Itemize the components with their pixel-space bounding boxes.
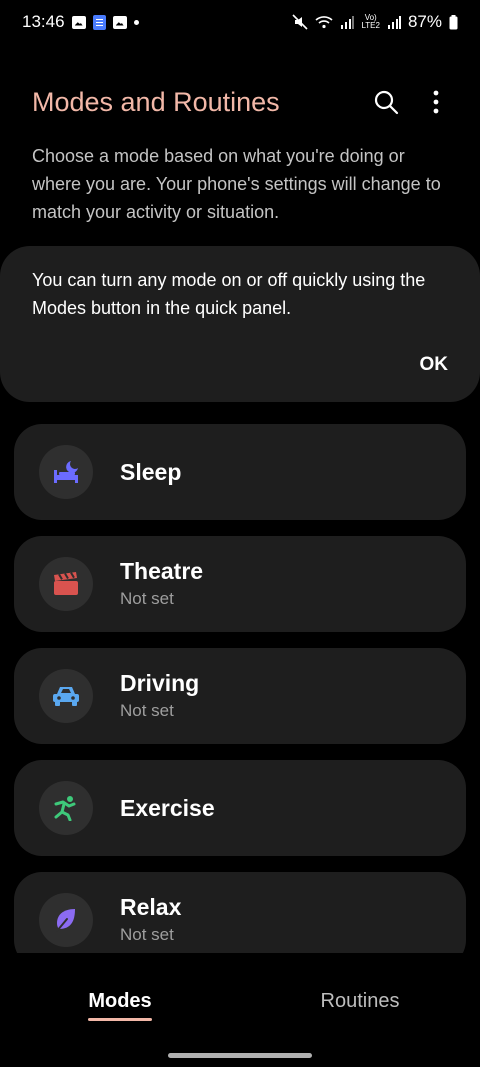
page-title: Modes and Routines (32, 86, 280, 117)
search-icon[interactable] (370, 86, 402, 118)
more-notifications-dot-icon (133, 19, 139, 25)
mode-subtitle: Not set (120, 925, 174, 944)
status-time: 13:46 (22, 12, 65, 31)
modes-list: Sleep Theatre Not set Driving Not set Ex… (14, 424, 466, 953)
signal-icon (340, 15, 355, 29)
mode-name: Relax (120, 894, 182, 920)
mode-subtitle: Not set (120, 589, 174, 608)
clapperboard-icon (39, 557, 93, 611)
bottom-nav: Modes Routines (0, 972, 480, 1032)
gallery-notification-icon (71, 15, 86, 29)
document-notification-icon (92, 14, 106, 30)
mode-card-theatre[interactable]: Theatre Not set (14, 536, 466, 632)
mode-card-exercise[interactable]: Exercise (14, 760, 466, 856)
tab-modes[interactable]: Modes (0, 990, 240, 1013)
mode-name: Theatre (120, 558, 204, 584)
mode-text: Sleep (120, 458, 181, 486)
battery-icon (449, 14, 458, 30)
status-bar: 13:46 Vo) LTE2 87% (0, 0, 480, 44)
header: Modes and Routines (32, 80, 452, 124)
signal-icon-2 (387, 15, 401, 29)
tip-text: You can turn any mode on or off quickly … (32, 270, 426, 318)
mode-text: Theatre Not set (120, 557, 203, 611)
mode-subtitle: Not set (120, 701, 174, 720)
mode-text: Relax Not set (120, 893, 181, 947)
leaf-icon (39, 893, 93, 947)
more-vertical-icon[interactable] (420, 86, 452, 118)
gallery-notification-icon-2 (112, 15, 127, 29)
mode-card-sleep[interactable]: Sleep (14, 424, 466, 520)
mode-name: Driving (120, 670, 200, 696)
quick-panel-tip-card: You can turn any mode on or off quickly … (0, 246, 480, 402)
status-left: 13:46 (22, 12, 139, 32)
header-actions (370, 86, 452, 118)
battery-percent: 87% (407, 12, 442, 31)
mode-card-driving[interactable]: Driving Not set (14, 648, 466, 744)
bed-moon-icon (39, 445, 93, 499)
mode-name: Sleep (120, 459, 182, 485)
running-person-icon (39, 781, 93, 835)
mode-name: Exercise (120, 795, 215, 821)
mode-card-relax[interactable]: Relax Not set (14, 872, 466, 953)
ok-button[interactable]: OK (420, 354, 449, 376)
home-indicator[interactable] (168, 1053, 312, 1058)
status-right: Vo) LTE2 87% (292, 12, 458, 32)
wifi-icon (315, 15, 333, 29)
mode-text: Driving Not set (120, 669, 199, 723)
active-tab-indicator (88, 1018, 152, 1021)
network-label: Vo) LTE2 (361, 13, 380, 30)
mode-text: Exercise (120, 794, 215, 822)
mute-icon (292, 14, 309, 30)
car-icon (39, 669, 93, 723)
tab-routines[interactable]: Routines (240, 990, 480, 1013)
page-description: Choose a mode based on what you're doing… (32, 146, 441, 222)
